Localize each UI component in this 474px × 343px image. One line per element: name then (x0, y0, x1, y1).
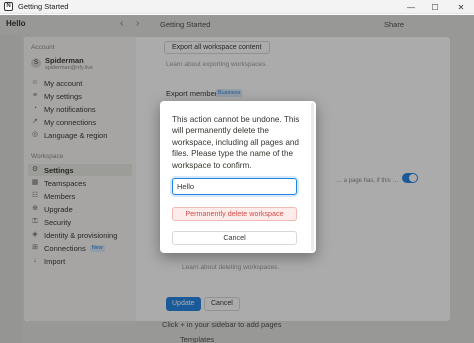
window-titlebar: N Getting Started — ☐ ✕ (0, 0, 474, 14)
dialog-scrollbar[interactable] (311, 103, 314, 251)
dialog-message: This action cannot be undone. This will … (172, 115, 300, 170)
delete-workspace-dialog: This action cannot be undone. This will … (160, 101, 316, 253)
minimize-icon[interactable]: — (400, 0, 422, 14)
permanently-delete-button[interactable]: Permanently delete workspace (172, 207, 297, 221)
workspace-name-input[interactable] (172, 178, 297, 195)
maximize-icon[interactable]: ☐ (424, 0, 446, 14)
notion-icon: N (4, 2, 13, 11)
window-title: Getting Started (18, 2, 69, 11)
close-icon[interactable]: ✕ (450, 0, 472, 14)
dialog-cancel-button[interactable]: Cancel (172, 231, 297, 245)
